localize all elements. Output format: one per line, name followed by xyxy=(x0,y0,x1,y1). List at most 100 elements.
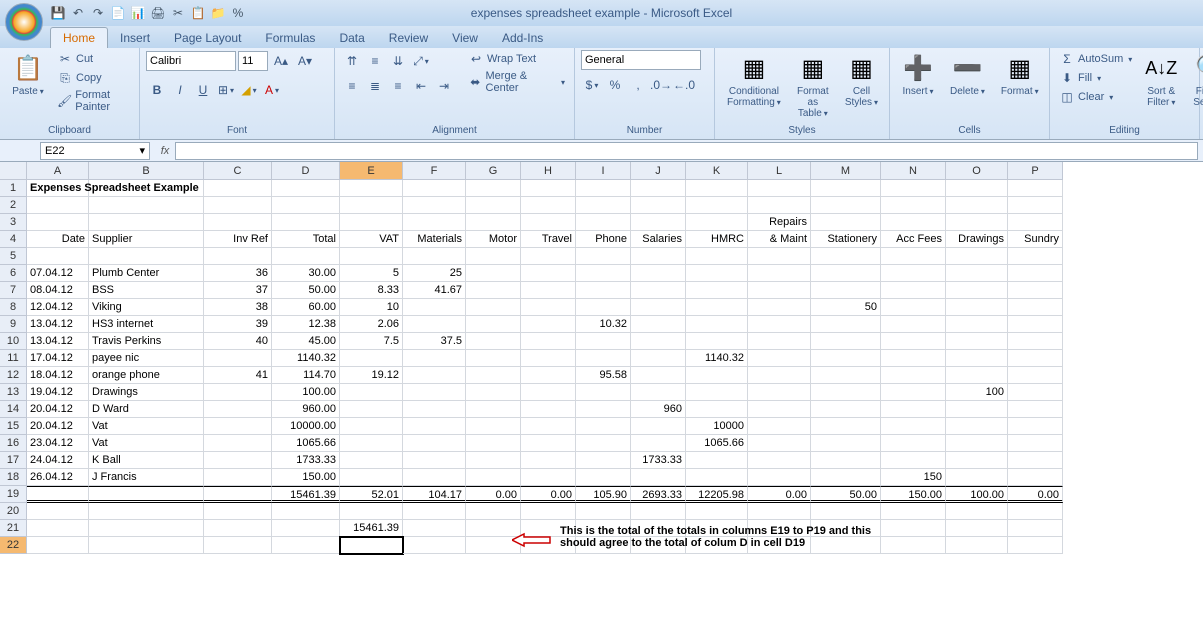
cell-O15[interactable] xyxy=(946,418,1008,435)
cell-C5[interactable] xyxy=(204,248,272,265)
cell-H1[interactable] xyxy=(521,180,576,197)
cell-D3[interactable] xyxy=(272,214,340,231)
cell-B4[interactable]: Supplier xyxy=(89,231,204,248)
cell-E2[interactable] xyxy=(340,197,403,214)
row-header-19[interactable]: 19 xyxy=(0,486,27,503)
cell-C11[interactable] xyxy=(204,350,272,367)
save-icon[interactable]: 💾 xyxy=(50,5,66,21)
cell-A10[interactable]: 13.04.12 xyxy=(27,333,89,350)
col-header-C[interactable]: C xyxy=(204,162,272,180)
cell-H6[interactable] xyxy=(521,265,576,282)
cell-G13[interactable] xyxy=(466,384,521,401)
cell-M12[interactable] xyxy=(811,367,881,384)
cell-I7[interactable] xyxy=(576,282,631,299)
cell-L14[interactable] xyxy=(748,401,811,418)
cell-G17[interactable] xyxy=(466,452,521,469)
cell-J18[interactable] xyxy=(631,469,686,486)
row-header-21[interactable]: 21 xyxy=(0,520,27,537)
cell-B13[interactable]: Drawings xyxy=(89,384,204,401)
cell-O19[interactable]: 100.00 xyxy=(946,486,1008,503)
cell-G15[interactable] xyxy=(466,418,521,435)
cell-P21[interactable] xyxy=(1008,520,1063,537)
cell-K7[interactable] xyxy=(686,282,748,299)
row-header-8[interactable]: 8 xyxy=(0,299,27,316)
cell-A3[interactable] xyxy=(27,214,89,231)
cell-D16[interactable]: 1065.66 xyxy=(272,435,340,452)
cell-K6[interactable] xyxy=(686,265,748,282)
cell-N7[interactable] xyxy=(881,282,946,299)
cell-A22[interactable] xyxy=(27,537,89,554)
cell-P15[interactable] xyxy=(1008,418,1063,435)
cell-C8[interactable]: 38 xyxy=(204,299,272,316)
cell-C2[interactable] xyxy=(204,197,272,214)
cell-K15[interactable]: 10000 xyxy=(686,418,748,435)
cell-D8[interactable]: 60.00 xyxy=(272,299,340,316)
cell-C7[interactable]: 37 xyxy=(204,282,272,299)
dec-decimal-icon[interactable]: ←.0 xyxy=(673,74,695,96)
cell-P8[interactable] xyxy=(1008,299,1063,316)
cell-O7[interactable] xyxy=(946,282,1008,299)
cell-M2[interactable] xyxy=(811,197,881,214)
cell-E8[interactable]: 10 xyxy=(340,299,403,316)
cell-D5[interactable] xyxy=(272,248,340,265)
qat-icon[interactable]: 📄 xyxy=(110,5,126,21)
cell-A6[interactable]: 07.04.12 xyxy=(27,265,89,282)
cell-P22[interactable] xyxy=(1008,537,1063,554)
tab-data[interactable]: Data xyxy=(327,28,376,48)
cell-N12[interactable] xyxy=(881,367,946,384)
cell-B9[interactable]: HS3 internet xyxy=(89,316,204,333)
merge-center-button[interactable]: ⬌Merge & Center xyxy=(465,69,568,95)
cell-J7[interactable] xyxy=(631,282,686,299)
cell-F10[interactable]: 37.5 xyxy=(403,333,466,350)
cell-I8[interactable] xyxy=(576,299,631,316)
col-header-I[interactable]: I xyxy=(576,162,631,180)
cell-P19[interactable]: 0.00 xyxy=(1008,486,1063,503)
cell-J12[interactable] xyxy=(631,367,686,384)
cell-K9[interactable] xyxy=(686,316,748,333)
cell-O1[interactable] xyxy=(946,180,1008,197)
cell-M9[interactable] xyxy=(811,316,881,333)
format-painter-button[interactable]: 🖌Format Painter xyxy=(54,88,133,114)
cell-E3[interactable] xyxy=(340,214,403,231)
cell-L4[interactable]: & Maint xyxy=(748,231,811,248)
fill-color-button[interactable]: ◢ xyxy=(238,79,260,101)
cell-O5[interactable] xyxy=(946,248,1008,265)
cell-A17[interactable]: 24.04.12 xyxy=(27,452,89,469)
cell-E13[interactable] xyxy=(340,384,403,401)
row-header-20[interactable]: 20 xyxy=(0,503,27,520)
tab-insert[interactable]: Insert xyxy=(108,28,162,48)
row-header-16[interactable]: 16 xyxy=(0,435,27,452)
cell-D12[interactable]: 114.70 xyxy=(272,367,340,384)
cell-G1[interactable] xyxy=(466,180,521,197)
col-header-F[interactable]: F xyxy=(403,162,466,180)
cell-K5[interactable] xyxy=(686,248,748,265)
cell-N21[interactable] xyxy=(881,520,946,537)
cell-M6[interactable] xyxy=(811,265,881,282)
col-header-G[interactable]: G xyxy=(466,162,521,180)
cell-I18[interactable] xyxy=(576,469,631,486)
cell-O18[interactable] xyxy=(946,469,1008,486)
cell-M10[interactable] xyxy=(811,333,881,350)
cell-K13[interactable] xyxy=(686,384,748,401)
cell-K3[interactable] xyxy=(686,214,748,231)
wrap-text-button[interactable]: ↩Wrap Text xyxy=(465,50,568,68)
cell-A9[interactable]: 13.04.12 xyxy=(27,316,89,333)
cell-D15[interactable]: 10000.00 xyxy=(272,418,340,435)
cell-C22[interactable] xyxy=(204,537,272,554)
cell-C12[interactable]: 41 xyxy=(204,367,272,384)
office-button[interactable] xyxy=(5,3,43,41)
cell-P6[interactable] xyxy=(1008,265,1063,282)
cell-B8[interactable]: Viking xyxy=(89,299,204,316)
cell-I20[interactable] xyxy=(576,503,631,520)
cell-O12[interactable] xyxy=(946,367,1008,384)
cell-E9[interactable]: 2.06 xyxy=(340,316,403,333)
cell-J5[interactable] xyxy=(631,248,686,265)
cell-B1[interactable] xyxy=(89,180,204,197)
cell-L8[interactable] xyxy=(748,299,811,316)
cell-P5[interactable] xyxy=(1008,248,1063,265)
cell-H19[interactable]: 0.00 xyxy=(521,486,576,503)
cell-O17[interactable] xyxy=(946,452,1008,469)
cells-area[interactable]: Expenses Spreadsheet ExampleRepairsDateS… xyxy=(27,180,1063,554)
cell-B15[interactable]: Vat xyxy=(89,418,204,435)
col-header-K[interactable]: K xyxy=(686,162,748,180)
